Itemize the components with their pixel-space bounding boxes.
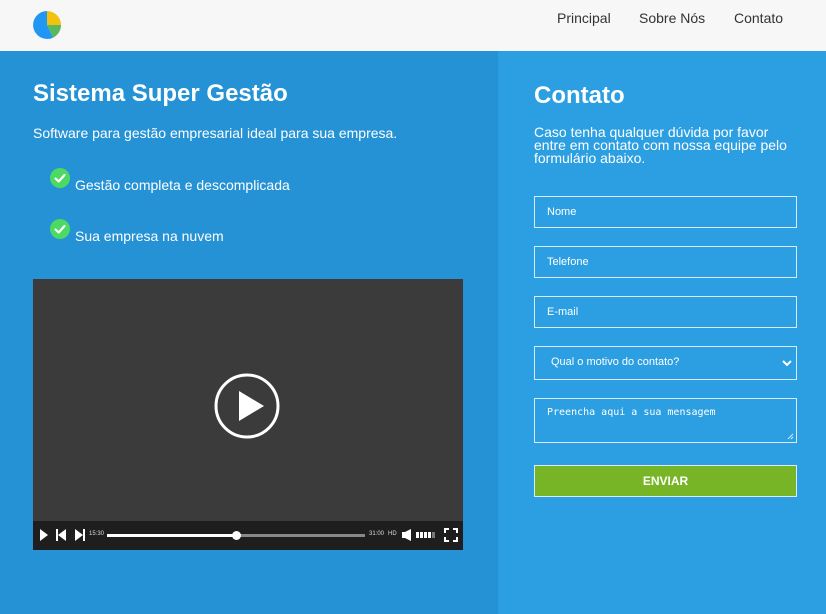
play-circle-icon[interactable] [214,373,280,439]
name-field[interactable]: Nome [534,196,797,228]
video-player[interactable]: 15:30 31:00 HD [33,279,463,550]
video-controls: 15:30 31:00 HD [33,521,463,550]
pie-chart-logo-icon[interactable] [32,10,62,40]
quality-badge[interactable]: HD [388,531,397,537]
current-time: 15:30 [89,531,105,537]
nav-link-contato[interactable]: Contato [734,10,783,26]
message-textarea[interactable]: Preencha aqui a sua mensagem [534,398,797,443]
duration: 31:00 [369,531,385,537]
progress-bar[interactable] [107,531,365,540]
skip-back-icon[interactable] [55,528,67,542]
email-field[interactable]: E-mail [534,296,797,328]
top-navbar: Principal Sobre Nós Contato [0,0,826,51]
submit-button[interactable]: ENVIAR [534,465,797,497]
contact-description: Caso tenha qualquer dúvida por favor ent… [534,124,787,166]
contact-section: Contato Caso tenha qualquer dúvida por f… [498,51,826,614]
nav-link-principal[interactable]: Principal [557,10,611,26]
feature-text: Gestão completa e descomplicada [75,177,290,193]
fullscreen-icon[interactable] [444,528,458,542]
volume-level-icon[interactable] [416,528,436,542]
resize-handle-icon[interactable] [787,433,794,440]
check-circle-icon [50,168,70,188]
reason-select[interactable]: Qual o motivo do contato? [534,346,797,380]
hero-subtitle: Software para gestão empresarial ideal p… [33,125,398,141]
contact-title: Contato [534,82,625,109]
message-placeholder: Preencha aqui a sua mensagem [547,407,716,418]
play-icon[interactable] [39,528,49,542]
hero-title: Sistema Super Gestão [33,80,288,107]
check-circle-icon [50,219,70,239]
reason-selected-value: Qual o motivo do contato? [551,356,680,368]
progress-handle[interactable] [232,531,241,540]
volume-icon[interactable] [401,528,413,542]
skip-forward-icon[interactable] [74,528,86,542]
feature-text: Sua empresa na nuvem [75,228,224,244]
chevron-down-icon [782,360,792,367]
progress-fill [107,534,236,537]
hero-section: Sistema Super Gestão Software para gestã… [0,51,498,614]
nav-link-sobre-nos[interactable]: Sobre Nós [639,10,705,26]
phone-field[interactable]: Telefone [534,246,797,278]
